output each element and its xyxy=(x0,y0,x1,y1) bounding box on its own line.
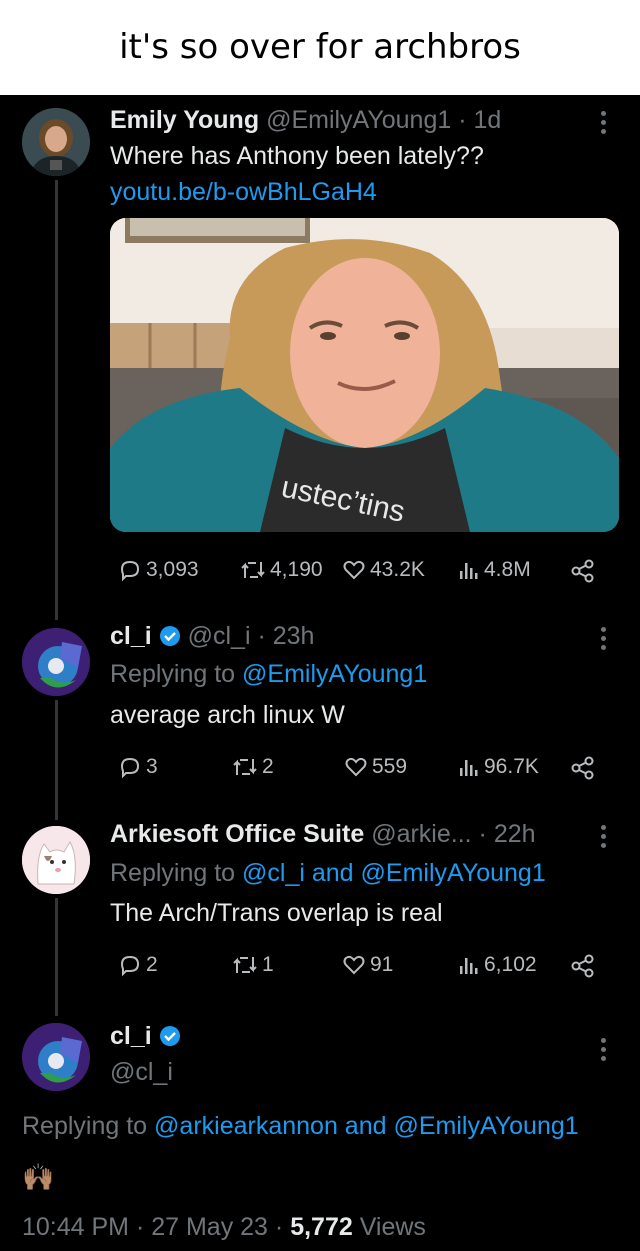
views-icon xyxy=(460,563,478,579)
replying-prefix: Replying to xyxy=(22,1112,155,1140)
mention-link[interactable]: @EmilyAYoung1 xyxy=(242,660,427,688)
repost-button[interactable]: 1 xyxy=(232,953,274,977)
heart-icon xyxy=(345,757,367,777)
views-count: 6,102 xyxy=(484,953,537,976)
views-count: 96.7K xyxy=(484,755,539,778)
more-options-icon[interactable] xyxy=(601,627,607,654)
tweet-media-image[interactable]: ustec’tins xyxy=(110,218,619,532)
mention-link[interactable]: @cl_i xyxy=(242,859,305,887)
views-count: 5,772 xyxy=(290,1213,353,1241)
repost-icon xyxy=(241,562,265,578)
reply-count: 2 xyxy=(146,953,158,976)
share-button[interactable] xyxy=(570,558,596,584)
views-button[interactable]: 96.7K xyxy=(456,755,539,779)
views-count: 4.8M xyxy=(484,558,531,581)
like-button[interactable]: 91 xyxy=(342,953,393,977)
more-options-icon[interactable] xyxy=(601,825,607,852)
repost-count: 1 xyxy=(262,953,274,976)
share-icon xyxy=(571,954,594,978)
avatar[interactable] xyxy=(22,1023,90,1091)
heart-icon xyxy=(343,955,365,975)
handle[interactable]: @EmilyAYoung1 xyxy=(266,106,451,134)
replying-to: Replying to @arkiearkannon and @EmilyAYo… xyxy=(22,1112,579,1141)
repost-count: 2 xyxy=(262,755,274,778)
display-name[interactable]: Arkiesoft Office Suite xyxy=(110,820,364,848)
views-button[interactable]: 4.8M xyxy=(456,558,531,582)
repost-button[interactable]: 4,190 xyxy=(240,558,323,582)
reply-count: 3 xyxy=(146,755,158,778)
views-button[interactable]: 6,102 xyxy=(456,953,537,977)
handle[interactable]: @arkie... xyxy=(371,820,471,848)
tweet-header: Emily Young @EmilyAYoung1 · 1d xyxy=(110,106,501,135)
tweet-header: cl_i @cl_i · 23h xyxy=(110,622,314,651)
views-icon xyxy=(460,958,478,974)
repost-button[interactable]: 2 xyxy=(232,755,274,779)
mention-link[interactable]: @EmilyAYoung1 xyxy=(361,859,546,887)
reply-button[interactable]: 2 xyxy=(118,953,158,977)
tweet-emoji: 🙌🏽 xyxy=(22,1162,55,1192)
verified-badge-icon xyxy=(159,626,180,646)
replying-prefix: Replying to xyxy=(110,859,243,887)
tweet-timestamp[interactable]: 10:44 PM · 27 May 23 · xyxy=(22,1213,290,1241)
more-options-icon[interactable] xyxy=(601,1038,607,1065)
tweet-meta: 10:44 PM · 27 May 23 · 5,772 Views xyxy=(22,1213,426,1242)
like-count: 43.2K xyxy=(370,558,425,581)
like-count: 559 xyxy=(372,755,408,778)
mention-link[interactable]: @arkiearkannon xyxy=(154,1112,338,1140)
replying-to: Replying to @EmilyAYoung1 xyxy=(110,660,427,689)
tweet-text: average arch linux W xyxy=(110,701,345,729)
share-icon xyxy=(571,756,594,780)
display-name[interactable]: cl_i xyxy=(110,1022,152,1050)
avatar[interactable] xyxy=(22,826,90,894)
like-button[interactable]: 43.2K xyxy=(342,558,425,582)
reply-icon xyxy=(120,955,140,977)
reply-icon xyxy=(120,757,140,779)
views-label: Views xyxy=(352,1213,426,1241)
replying-prefix: Replying to xyxy=(110,660,243,688)
mention-link[interactable]: @EmilyAYoung1 xyxy=(393,1112,578,1140)
heart-icon xyxy=(343,560,365,580)
timestamp[interactable]: · 22h xyxy=(479,820,536,848)
avatar[interactable] xyxy=(22,628,90,696)
reply-button[interactable]: 3 xyxy=(118,755,158,779)
reply-button[interactable]: 3,093 xyxy=(118,558,199,582)
thread-line xyxy=(55,898,58,1016)
handle[interactable]: @cl_i xyxy=(110,1058,173,1087)
share-button[interactable] xyxy=(570,755,596,781)
share-button[interactable] xyxy=(570,953,596,979)
views-icon xyxy=(460,760,478,776)
reply-icon xyxy=(120,560,140,582)
thread-line xyxy=(55,700,58,820)
share-icon xyxy=(571,559,594,583)
tweet-text: The Arch/Trans overlap is real xyxy=(110,899,443,927)
more-options-icon[interactable] xyxy=(601,111,607,138)
timestamp[interactable]: · 1d xyxy=(458,106,501,134)
display-name[interactable]: Emily Young xyxy=(110,106,259,134)
repost-icon xyxy=(233,759,257,775)
thread-line xyxy=(55,180,58,620)
tweet-link[interactable]: youtu.be/b-owBhLGaH4 xyxy=(110,178,377,207)
display-name[interactable]: cl_i xyxy=(110,622,152,650)
tweet-header: cl_i xyxy=(110,1022,181,1051)
meme-caption: it's so over for archbros xyxy=(0,0,640,95)
tweet-text: Where has Anthony been lately?? xyxy=(110,142,484,170)
replying-and: and xyxy=(337,1112,394,1140)
timestamp[interactable]: · 23h xyxy=(257,622,314,650)
avatar[interactable] xyxy=(22,108,90,176)
repost-count: 4,190 xyxy=(270,558,323,581)
verified-badge-icon xyxy=(159,1026,180,1046)
replying-and: and xyxy=(304,859,361,887)
repost-icon xyxy=(233,957,257,973)
reply-count: 3,093 xyxy=(146,558,199,581)
handle[interactable]: @cl_i xyxy=(188,622,251,650)
replying-to: Replying to @cl_i and @EmilyAYoung1 xyxy=(110,859,546,888)
like-button[interactable]: 559 xyxy=(344,755,407,779)
like-count: 91 xyxy=(370,953,394,976)
tweet-header: Arkiesoft Office Suite @arkie... · 22h xyxy=(110,820,536,849)
